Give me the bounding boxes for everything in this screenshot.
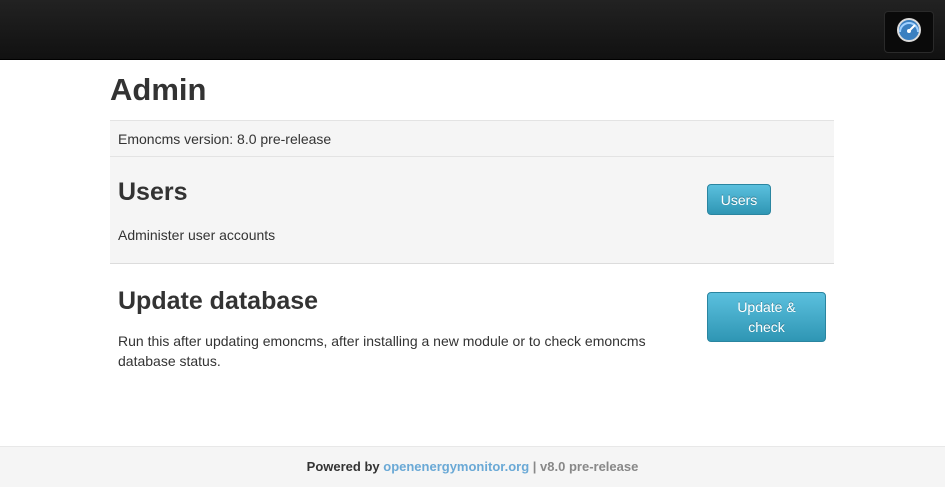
footer-powered-by: Powered by <box>306 459 380 474</box>
dashboard-menu-button[interactable] <box>884 11 934 53</box>
update-button-line1: Update & <box>737 299 796 315</box>
version-text: Emoncms version: 8.0 pre-release <box>118 131 332 147</box>
footer-separator: | <box>532 459 537 474</box>
update-database-description-line2: database status. <box>118 353 221 369</box>
top-navbar <box>0 0 945 60</box>
footer-version: v8.0 pre-release <box>540 459 639 474</box>
update-database-heading: Update database <box>118 287 319 315</box>
speedometer-icon <box>896 17 922 48</box>
footer-link-openenergymonitor[interactable]: openenergymonitor.org <box>383 459 529 474</box>
footer: Powered by openenergymonitor.org | v8.0 … <box>0 446 945 487</box>
update-database-description: Run this after updating emoncms, after i… <box>118 331 678 371</box>
version-row: Emoncms version: 8.0 pre-release <box>110 120 834 157</box>
update-database-description-line1: Run this after updating emoncms, after i… <box>118 333 646 349</box>
users-button[interactable]: Users <box>707 184 771 215</box>
update-button-line2: check <box>748 319 785 335</box>
page-title: Admin <box>110 72 207 107</box>
users-heading: Users <box>118 178 188 206</box>
update-database-section: Update database Run this after updating … <box>110 264 834 384</box>
users-description: Administer user accounts <box>118 227 276 243</box>
update-and-check-button[interactable]: Update & check <box>707 292 826 342</box>
users-section: Users Administer user accounts Users <box>110 157 834 264</box>
